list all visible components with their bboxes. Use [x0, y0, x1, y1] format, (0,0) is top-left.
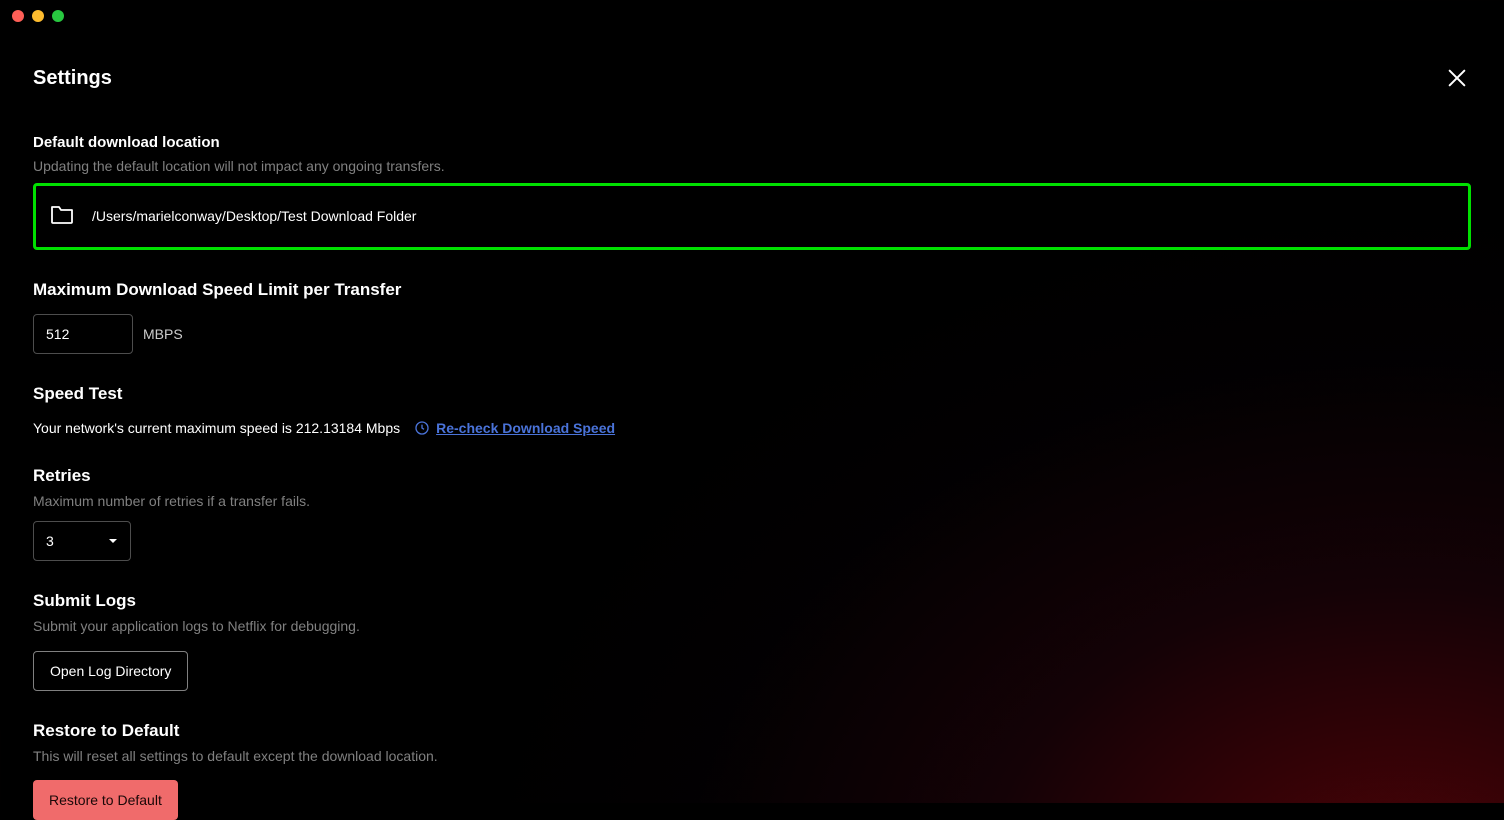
download-location-field[interactable]: /Users/marielconway/Desktop/Test Downloa… — [33, 183, 1471, 250]
chevron-down-icon — [108, 536, 118, 546]
window-traffic-lights[interactable] — [12, 10, 64, 22]
speed-test-status: Your network's current maximum speed is … — [33, 420, 400, 436]
recheck-speed-link[interactable]: Re-check Download Speed — [436, 420, 615, 436]
download-location-sub: Updating the default location will not i… — [33, 157, 1471, 177]
window-close-dot[interactable] — [12, 10, 24, 22]
speed-limit-heading: Maximum Download Speed Limit per Transfe… — [33, 280, 1471, 300]
submit-logs-heading: Submit Logs — [33, 591, 1471, 611]
speed-limit-unit: MBPS — [143, 326, 183, 342]
window-minimize-dot[interactable] — [32, 10, 44, 22]
folder-icon — [50, 204, 74, 229]
submit-logs-sub: Submit your application logs to Netflix … — [33, 617, 1471, 637]
close-button[interactable] — [1443, 64, 1471, 92]
retries-heading: Retries — [33, 466, 1471, 486]
restore-default-button[interactable]: Restore to Default — [33, 780, 178, 820]
restore-sub: This will reset all settings to default … — [33, 747, 1471, 767]
close-icon — [1446, 67, 1468, 89]
retries-select[interactable]: 3 — [33, 521, 131, 561]
open-log-directory-button[interactable]: Open Log Directory — [33, 651, 188, 691]
download-location-heading: Default download location — [33, 134, 1471, 151]
speed-test-heading: Speed Test — [33, 384, 1471, 404]
retries-sub: Maximum number of retries if a transfer … — [33, 492, 1471, 512]
retries-value: 3 — [46, 533, 54, 549]
restore-heading: Restore to Default — [33, 721, 1471, 741]
page-title: Settings — [33, 67, 112, 90]
speed-limit-input[interactable] — [33, 314, 133, 354]
clock-icon — [414, 420, 430, 436]
window-zoom-dot[interactable] — [52, 10, 64, 22]
download-location-path: /Users/marielconway/Desktop/Test Downloa… — [92, 208, 416, 224]
